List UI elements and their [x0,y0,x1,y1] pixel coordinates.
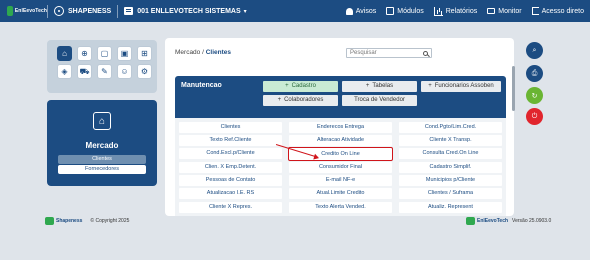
power-icon: ⏻ [531,112,538,120]
nav-label: Módulos [397,7,424,15]
breadcrumb: Mercado / Clientes [175,49,231,56]
grid-option[interactable]: Clien. X Emp.Detent. [179,162,282,173]
colaboradores-button[interactable]: + Colaboradores [263,95,338,106]
module-tab-clientes[interactable]: Clientes [58,155,146,164]
chevron-down-icon: ▾ [243,8,247,15]
grid-icon [386,7,395,15]
top-bar: EnlEevoTech SHAPENESS 001 ENLLEVOTECH SI… [0,0,590,22]
search-button[interactable]: ⌕ [526,42,543,59]
home-icon: ⌂ [93,112,111,130]
breadcrumb-separator: / [202,49,204,56]
nav-relatorios[interactable]: Relatórios [433,6,478,16]
brand-logo[interactable]: EnlEevoTech [0,6,47,16]
module-title: Mercado [85,141,119,150]
building-icon [124,7,134,15]
nav-acesso-direto[interactable]: Acesso direto [531,7,584,15]
copyright: © Copyright 2025 [90,218,130,224]
enllevo-logo-icon [466,217,475,225]
product-selector[interactable]: SHAPENESS [48,6,117,16]
footer-company: EnlEevoTech [477,218,509,224]
grid-option[interactable]: Pessoas de Contato [179,175,282,186]
shapeness-logo-icon [45,217,54,225]
grid-icon[interactable]: ⊞ [137,46,152,61]
module-tab-fornecedores[interactable]: Fornecedores [58,165,146,174]
top-nav: Avisos Módulos Relatórios Monitor Acesso… [336,0,584,22]
cadastro-button[interactable]: + Cadastro [263,81,338,92]
package-icon[interactable]: ◈ [57,64,72,79]
footer-left: Shapeness © Copyright 2025 [45,217,129,225]
chart-icon [433,6,443,16]
box-icon[interactable]: ▢ [97,46,112,61]
breadcrumb-parent[interactable]: Mercado [175,49,200,56]
exit-icon [531,7,539,15]
grid-option[interactable]: Clientes [179,122,282,133]
brand-name: EnlEevoTech [14,8,47,14]
grid-option[interactable]: Cond.Excl.p/Cliente [179,148,282,159]
scrollbar[interactable] [512,66,515,111]
refresh-button[interactable]: ↻ [526,87,543,104]
nav-monitor[interactable]: Monitor [487,7,522,15]
tool-icon[interactable]: ✎ [97,64,112,79]
home-icon[interactable]: ⌂ [57,46,72,61]
bell-icon [345,7,353,15]
cart-icon[interactable]: ⛟ [77,64,92,79]
brand-mark-icon [7,6,13,16]
grid-option[interactable]: E-mail NF-e [289,175,392,186]
breadcrumb-current: Clientes [205,49,232,56]
image-icon[interactable]: ▣ [117,46,132,61]
options-grid: Clientes Enderecos Entrega Cond.Pgto/Lim.C… [175,118,506,216]
monitor-icon [487,8,496,14]
grid-option[interactable]: Clientes / Suframa [399,188,502,199]
grid-option[interactable]: Alteracao Atividade [289,135,392,146]
grid-option[interactable]: Atual.Limite Credito [289,188,392,199]
print-button[interactable]: ⎙ [526,65,543,82]
search-icon[interactable] [423,50,428,56]
tabelas-button[interactable]: + Tabelas [342,81,417,92]
troca-de-vendedor-button[interactable]: Troca de Vendedor [342,95,417,106]
search-icon: ⌕ [532,46,537,54]
nav-modulos[interactable]: Módulos [386,7,424,15]
version: Versão 25.0903.0 [512,218,552,224]
footer-brand: Shapeness [56,218,83,224]
grid-option[interactable]: Cond.Pgto/Lim.Cred. [399,122,502,133]
company-name: 001 ENLLEVOTECH SISTEMAS [137,7,241,15]
section-title: Manutencao [181,82,222,89]
footer: Shapeness © Copyright 2025 EnlEevoTech V… [0,211,590,241]
grid-option[interactable]: Enderecos Entrega [289,122,392,133]
print-icon: ⎙ [531,69,538,77]
gear-icon[interactable]: ⚙ [137,64,152,79]
nav-label: Avisos [355,7,377,15]
grid-option[interactable]: Atualizacao I.E. RS [179,188,282,199]
refresh-icon: ↻ [531,92,538,100]
product-icon [54,6,64,16]
main-content: Mercado / Clientes Pesquisar Manutencao … [165,38,514,216]
grid-option[interactable]: Cliente X Transp. [399,135,502,146]
users-icon[interactable]: ☺ [117,64,132,79]
grid-option[interactable]: Municipios p/Cliente [399,175,502,186]
product-name: SHAPENESS [68,7,112,15]
module-card: ⌂ Mercado Clientes Fornecedores [47,100,157,186]
search-placeholder: Pesquisar [350,50,377,56]
grid-option[interactable]: Texto Ref.Cliente [179,135,282,146]
crosshair-icon[interactable]: ⊕ [77,46,92,61]
quick-access-panel: ⌂ ⊕ ▢ ▣ ⊞ ◈ ⛟ ✎ ☺ ⚙ [47,40,157,93]
company-selector[interactable]: 001 ENLLEVOTECH SISTEMAS ▾ [118,7,247,15]
nav-avisos[interactable]: Avisos [345,7,377,15]
nav-label: Acesso direto [541,7,584,15]
grid-option[interactable]: Cadastro Simplif. [399,162,502,173]
grid-option[interactable]: Consulta Cred.On Line [399,148,502,159]
nav-label: Relatórios [445,7,478,15]
nav-label: Monitor [498,7,522,15]
search-input[interactable]: Pesquisar [346,48,432,58]
grid-option[interactable]: Consumidor Final [289,162,392,173]
power-button[interactable]: ⏻ [526,108,543,125]
funcionarios-assoben-button[interactable]: + Funcionarios Assoben [421,81,501,92]
footer-right: EnlEevoTech Versão 25.0903.0 [466,217,551,225]
